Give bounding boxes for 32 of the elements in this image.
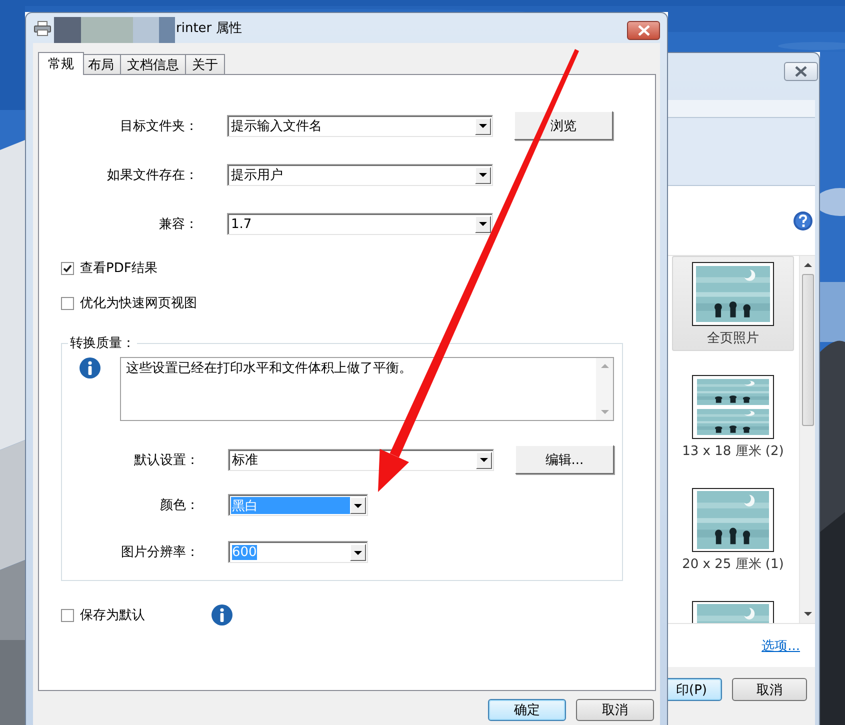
- description-text: 这些设置已经在打印水平和文件体积上做了平衡。: [125, 360, 413, 378]
- layout-label: 全页照片: [707, 331, 759, 346]
- tab[interactable]: 常规: [38, 52, 84, 75]
- checkbox-label: 查看PDF结果: [80, 260, 158, 277]
- field-label: 目标文件夹：: [119, 118, 198, 134]
- tab[interactable]: 布局: [81, 54, 121, 74]
- dropdown[interactable]: 提示用户: [227, 164, 493, 186]
- layout-label: 20 x 25 厘米 (1): [682, 557, 784, 572]
- checkbox-label: 优化为快速网页视图: [80, 295, 197, 312]
- options-link[interactable]: 选项...: [762, 636, 800, 654]
- tab[interactable]: 关于: [185, 54, 225, 74]
- checkbox-label: 保存为默认: [80, 607, 145, 624]
- field-label: 颜色：: [159, 497, 199, 514]
- dropdown[interactable]: 提示输入文件名: [227, 114, 493, 136]
- dropdown[interactable]: 1.7: [227, 212, 493, 234]
- layout-option[interactable]: 全页照片: [672, 256, 794, 351]
- ok-button[interactable]: 确定: [488, 699, 566, 721]
- browse-button[interactable]: 浏览: [514, 111, 613, 140]
- field-label: 兼容：: [158, 216, 198, 232]
- layout-label: 13 x 18 厘米 (2): [682, 444, 784, 459]
- tab[interactable]: 文档信息: [120, 54, 186, 74]
- edit-button[interactable]: 编辑...: [515, 445, 614, 474]
- field-label: 如果文件存在：: [106, 166, 198, 184]
- layout-option[interactable]: 13 x 18 厘米 (2): [672, 369, 794, 464]
- field-label: 图片分辨率：: [120, 544, 199, 561]
- field-label: 默认设置：: [133, 452, 199, 468]
- cancel-button[interactable]: 取消: [732, 678, 807, 701]
- dropdown[interactable]: 标准: [228, 448, 494, 470]
- layout-option[interactable]: 20 x 25 厘米 (1): [672, 482, 794, 577]
- group-title: 转换质量：: [69, 335, 136, 352]
- window-title: rinter 属性: [175, 20, 242, 37]
- cancel-button[interactable]: 取消: [576, 699, 654, 721]
